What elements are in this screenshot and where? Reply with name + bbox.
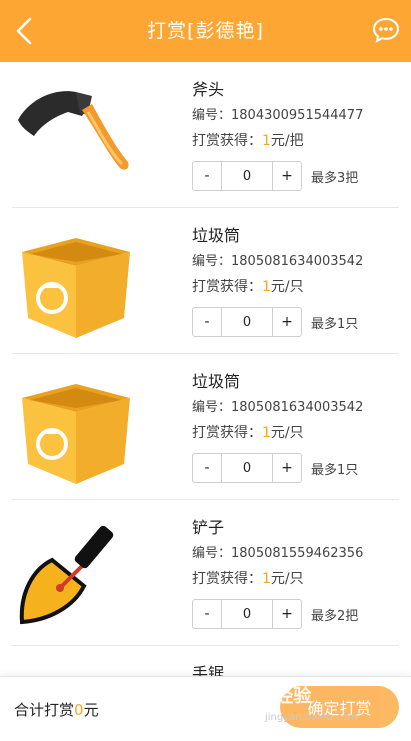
reward-unit: 元/只 [270, 279, 304, 295]
decrement-button[interactable]: - [193, 162, 221, 190]
reward-unit: 元/把 [270, 133, 304, 149]
item-name: 斧头 [192, 80, 225, 99]
decrement-button[interactable]: - [193, 600, 221, 628]
reward-value: 1 [262, 571, 271, 587]
reward-label: 打赏获得： [192, 133, 262, 149]
max-quantity: 最多3把 [311, 171, 359, 186]
app-root: 打赏[彭德艳] 斧头 编号：1804300951544477 打赏获得：1元/把… [0, 0, 411, 741]
quantity-value[interactable]: 0 [221, 162, 273, 190]
reward-value: 1 [262, 425, 271, 441]
item-code: 编号：1804300951544477 [192, 108, 364, 123]
max-quantity: 最多1只 [311, 463, 359, 478]
recycle-bin-icon [12, 364, 140, 492]
increment-button[interactable]: + [273, 600, 301, 628]
item-code: 编号：1805081634003542 [192, 400, 364, 415]
trowel-icon [12, 510, 140, 638]
item-reward: 打赏获得：1元/把 [192, 130, 304, 150]
reward-label: 打赏获得： [192, 571, 262, 587]
increment-button[interactable]: + [273, 454, 301, 482]
increment-button[interactable]: + [273, 308, 301, 336]
total-reward: 合计打赏0元 [14, 699, 99, 720]
decrement-button[interactable]: - [193, 308, 221, 336]
recycle-bin-icon [12, 218, 140, 346]
list-item: 垃圾筒 编号：1805081634003542 打赏获得：1元/只 - 0 + … [12, 354, 399, 500]
reward-label: 打赏获得： [192, 425, 262, 441]
quantity-stepper: - 0 + [192, 307, 302, 337]
list-item: 垃圾筒 编号：1805081634003542 打赏获得：1元/只 - 0 + … [12, 208, 399, 354]
chat-bubble-icon [372, 17, 400, 43]
total-label: 合计打赏 [14, 701, 75, 719]
top-bar: 打赏[彭德艳] [0, 0, 411, 62]
quantity-value[interactable]: 0 [221, 308, 273, 336]
item-code: 编号：1805081634003542 [192, 254, 364, 269]
decrement-button[interactable]: - [193, 454, 221, 482]
bottom-bar: 合计打赏0元 确定打赏 [0, 676, 411, 741]
item-reward: 打赏获得：1元/只 [192, 422, 304, 442]
reward-value: 1 [262, 279, 271, 295]
reward-label: 打赏获得： [192, 279, 262, 295]
list-item: 斧头 编号：1804300951544477 打赏获得：1元/把 - 0 + 最… [12, 62, 399, 208]
item-name: 垃圾筒 [192, 226, 241, 245]
item-code: 编号：1805081559462356 [192, 546, 364, 561]
item-name: 铲子 [192, 518, 225, 537]
item-reward: 打赏获得：1元/只 [192, 568, 304, 588]
quantity-stepper: - 0 + [192, 599, 302, 629]
reward-unit: 元/只 [270, 571, 304, 587]
increment-button[interactable]: + [273, 162, 301, 190]
quantity-stepper: - 0 + [192, 161, 302, 191]
total-unit: 元 [83, 701, 99, 719]
list-item: 铲子 编号：1805081559462356 打赏获得：1元/只 - 0 + 最… [12, 500, 399, 646]
quantity-value[interactable]: 0 [221, 454, 273, 482]
item-name: 垃圾筒 [192, 372, 241, 391]
total-value: 0 [74, 701, 84, 719]
reward-unit: 元/只 [270, 425, 304, 441]
gift-list: 斧头 编号：1804300951544477 打赏获得：1元/把 - 0 + 最… [0, 62, 411, 706]
max-quantity: 最多2把 [311, 609, 359, 624]
confirm-button[interactable]: 确定打赏 [280, 686, 399, 728]
axe-icon [12, 72, 140, 200]
page-title: 打赏[彭德艳] [147, 20, 264, 42]
quantity-value[interactable]: 0 [221, 600, 273, 628]
item-reward: 打赏获得：1元/只 [192, 276, 304, 296]
reward-value: 1 [262, 133, 271, 149]
chat-button[interactable] [371, 15, 401, 45]
quantity-stepper: - 0 + [192, 453, 302, 483]
max-quantity: 最多1只 [311, 317, 359, 332]
